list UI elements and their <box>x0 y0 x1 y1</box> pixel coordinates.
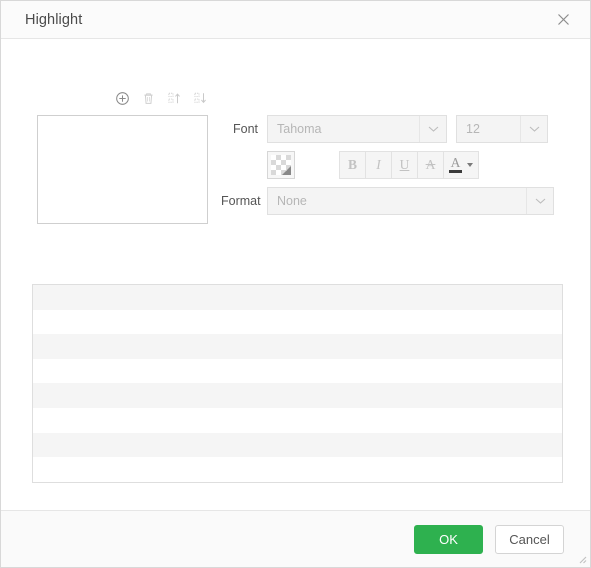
cancel-button[interactable]: Cancel <box>495 524 564 554</box>
bold-button[interactable]: B <box>339 151 365 179</box>
highlight-rules-table[interactable] <box>32 284 563 483</box>
format-select[interactable]: None <box>267 187 554 215</box>
highlight-items-list[interactable] <box>37 115 208 224</box>
move-down-icon[interactable] <box>192 90 209 107</box>
font-color-letter: A <box>450 155 461 170</box>
chevron-down-icon <box>520 116 547 142</box>
chevron-down-icon <box>419 116 446 142</box>
format-value: None <box>277 194 307 208</box>
font-family-value: Tahoma <box>277 122 322 136</box>
font-row: Font Tahoma 12 <box>221 115 563 143</box>
table-row[interactable] <box>33 358 562 384</box>
table-row[interactable] <box>33 407 562 433</box>
move-up-icon[interactable] <box>166 90 183 107</box>
format-form: Font Tahoma 12 B I U A A Format None <box>221 115 563 223</box>
table-row[interactable] <box>33 334 562 359</box>
format-label: Format <box>221 194 261 208</box>
dialog-body: Font Tahoma 12 B I U A A Format None <box>1 39 590 510</box>
chevron-down-icon <box>526 188 553 214</box>
dialog-footer: OK Cancel <box>1 510 590 567</box>
font-color-bar <box>449 170 462 173</box>
highlight-color-swatch[interactable] <box>267 151 295 179</box>
highlight-dialog: Highlight Font Tahoma 12 B I U A A Forma… <box>0 0 591 568</box>
table-row[interactable] <box>33 383 562 408</box>
italic-button[interactable]: I <box>365 151 391 179</box>
dialog-titlebar: Highlight <box>1 1 590 39</box>
transparent-pattern-icon <box>271 155 291 175</box>
table-row[interactable] <box>33 432 562 458</box>
font-family-select[interactable]: Tahoma <box>267 115 447 143</box>
font-label: Font <box>232 122 258 136</box>
close-icon[interactable] <box>550 7 576 33</box>
font-size-value: 12 <box>466 122 480 136</box>
table-row[interactable] <box>33 309 562 335</box>
chevron-down-icon <box>467 163 473 167</box>
strikethrough-button[interactable]: A <box>417 151 443 179</box>
table-row[interactable] <box>33 285 562 310</box>
table-row[interactable] <box>33 457 562 482</box>
resize-grip-icon[interactable] <box>574 551 587 564</box>
text-style-button-group: B I U A A <box>339 151 479 179</box>
underline-button[interactable]: U <box>391 151 417 179</box>
font-color-icon: A <box>449 155 462 173</box>
format-row: Format None <box>221 187 563 215</box>
dialog-title: Highlight <box>25 11 83 28</box>
font-size-select[interactable]: 12 <box>456 115 548 143</box>
text-style-row: B I U A A <box>221 151 563 179</box>
delete-icon[interactable] <box>140 90 157 107</box>
ok-button[interactable]: OK <box>414 524 483 554</box>
list-toolbar <box>114 90 209 107</box>
font-color-button[interactable]: A <box>443 151 479 179</box>
add-icon[interactable] <box>114 90 131 107</box>
